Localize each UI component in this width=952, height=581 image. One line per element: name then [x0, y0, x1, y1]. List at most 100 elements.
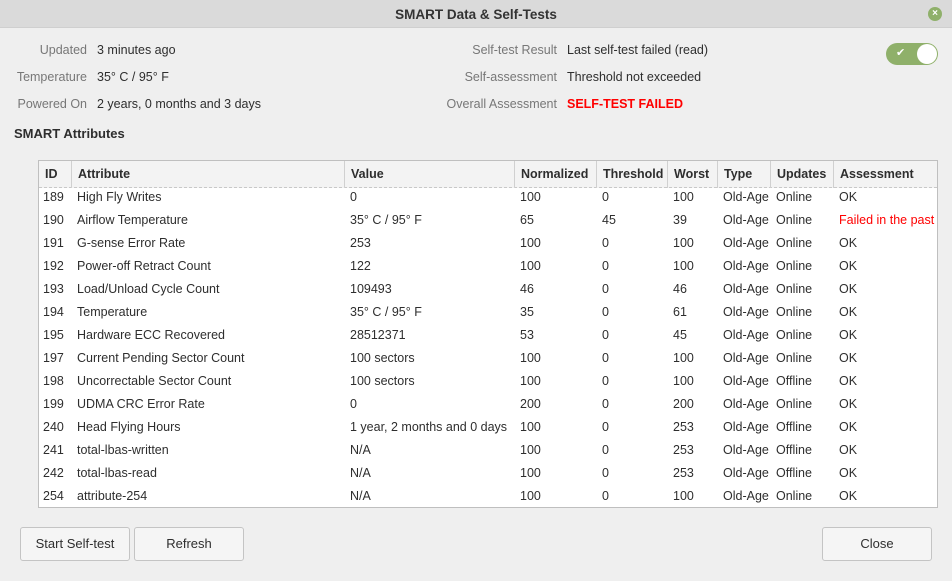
table-row[interactable]: 241 total-lbas-written N/A 100 0 253 Old-Age Of…	[39, 439, 937, 462]
cell-type: Old-Age	[723, 213, 769, 227]
cell-normalized: 65	[520, 213, 534, 227]
smart-enable-toggle[interactable]: ✔	[886, 43, 938, 65]
column-header-value[interactable]: Value	[345, 161, 515, 188]
column-header-normalized[interactable]: Normalized	[515, 161, 597, 188]
table-row[interactable]: 198 Uncorrectable Sector Count 100 sectors…	[39, 370, 937, 393]
cell-worst: 46	[673, 282, 687, 296]
powered-on-value: 2 years, 0 months and 3 days	[97, 97, 261, 111]
column-header-worst[interactable]: Worst	[668, 161, 718, 188]
cell-worst: 100	[673, 351, 694, 365]
table-row[interactable]: 240 Head Flying Hours 1 year, 2 months and…	[39, 416, 937, 439]
cell-assessment: OK	[839, 190, 858, 204]
cell-updates: Online	[776, 236, 813, 250]
column-header-type[interactable]: Type	[718, 161, 771, 188]
cell-attribute: total-lbas-written	[77, 443, 169, 457]
cell-assessment: OK	[839, 489, 858, 503]
refresh-button[interactable]: Refresh	[134, 527, 244, 561]
cell-assessment: OK	[839, 374, 858, 388]
cell-updates: Online	[776, 351, 813, 365]
cell-worst: 253	[673, 420, 694, 434]
cell-attribute: G-sense Error Rate	[77, 236, 186, 250]
cell-assessment: OK	[839, 420, 858, 434]
cell-updates: Online	[776, 489, 813, 503]
cell-id: 190	[43, 213, 64, 227]
cell-worst: 61	[673, 305, 687, 319]
cell-attribute: Load/Unload Cycle Count	[77, 282, 220, 296]
cell-id: 193	[43, 282, 64, 296]
cell-updates: Online	[776, 213, 813, 227]
cell-value: N/A	[350, 489, 371, 503]
cell-normalized: 100	[520, 351, 541, 365]
close-icon[interactable]: ×	[928, 7, 942, 21]
temperature-value: 35° C / 95° F	[97, 70, 169, 84]
cell-attribute: Hardware ECC Recovered	[77, 328, 225, 342]
cell-id: 191	[43, 236, 64, 250]
toggle-knob	[917, 44, 937, 64]
cell-normalized: 100	[520, 190, 541, 204]
close-button[interactable]: Close	[822, 527, 932, 561]
table-row[interactable]: 195 Hardware ECC Recovered 28512371 53 0 45 Ol…	[39, 324, 937, 347]
cell-id: 195	[43, 328, 64, 342]
cell-type: Old-Age	[723, 236, 769, 250]
table-row[interactable]: 189 High Fly Writes 0 100 0 100 Old-Age Online O…	[39, 186, 937, 209]
start-self-test-button[interactable]: Start Self-test	[20, 527, 130, 561]
cell-threshold: 0	[602, 397, 609, 411]
self-assessment-label: Self-assessment	[464, 70, 557, 84]
cell-value: N/A	[350, 466, 371, 480]
cell-normalized: 100	[520, 466, 541, 480]
cell-attribute: attribute-254	[77, 489, 148, 503]
cell-assessment: OK	[839, 397, 858, 411]
updated-label: Updated	[39, 43, 87, 57]
cell-value: 1 year, 2 months and 0 days	[350, 420, 508, 434]
cell-id: 189	[43, 190, 64, 204]
column-header-updates[interactable]: Updates	[771, 161, 834, 188]
overall-assessment-value: SELF-TEST FAILED	[567, 97, 683, 111]
cell-attribute: Head Flying Hours	[77, 420, 181, 434]
cell-threshold: 0	[602, 305, 609, 319]
cell-worst: 100	[673, 190, 694, 204]
cell-id: 194	[43, 305, 64, 319]
cell-id: 197	[43, 351, 64, 365]
cell-worst: 100	[673, 236, 694, 250]
cell-normalized: 100	[520, 259, 541, 273]
cell-type: Old-Age	[723, 397, 769, 411]
table-row[interactable]: 193 Load/Unload Cycle Count 109493 46 0 46 Old…	[39, 278, 937, 301]
cell-value: 35° C / 95° F	[350, 305, 422, 319]
cell-type: Old-Age	[723, 351, 769, 365]
cell-worst: 253	[673, 443, 694, 457]
cell-threshold: 0	[602, 259, 609, 273]
cell-attribute: Temperature	[77, 305, 148, 319]
table-row[interactable]: 199 UDMA CRC Error Rate 0 200 0 200 Old-Age Onl…	[39, 393, 937, 416]
cell-threshold: 0	[602, 443, 609, 457]
table-row[interactable]: 191 G-sense Error Rate 253 100 0 100 Old-Age On…	[39, 232, 937, 255]
cell-id: 199	[43, 397, 64, 411]
cell-worst: 39	[673, 213, 687, 227]
column-header-threshold[interactable]: Threshold	[597, 161, 668, 188]
table-row[interactable]: 254 attribute-254 N/A 100 0 100 Old-Age Online O…	[39, 485, 937, 508]
title-bar: SMART Data & Self-Tests ×	[0, 0, 952, 28]
cell-attribute: Power-off Retract Count	[77, 259, 211, 273]
table-row[interactable]: 192 Power-off Retract Count 122 100 0 100 Old-…	[39, 255, 937, 278]
cell-id: 198	[43, 374, 64, 388]
cell-assessment: OK	[839, 282, 858, 296]
cell-normalized: 200	[520, 397, 541, 411]
cell-worst: 100	[673, 374, 694, 388]
cell-normalized: 100	[520, 236, 541, 250]
table-row[interactable]: 194 Temperature 35° C / 95° F 35 0 61 Old-Age O…	[39, 301, 937, 324]
cell-threshold: 0	[602, 489, 609, 503]
cell-updates: Online	[776, 305, 813, 319]
table-row[interactable]: 242 total-lbas-read N/A 100 0 253 Old-Age Offli…	[39, 462, 937, 485]
smart-attributes-table: ID Attribute Value Normalized Threshold Worst…	[38, 160, 938, 508]
table-row[interactable]: 190 Airflow Temperature 35° C / 95° F 65 45 3…	[39, 209, 937, 232]
cell-normalized: 100	[520, 443, 541, 457]
overall-assessment-label: Overall Assessment	[446, 97, 557, 111]
column-header-assessment[interactable]: Assessment	[834, 161, 937, 188]
table-row[interactable]: 197 Current Pending Sector Count 100 secto…	[39, 347, 937, 370]
cell-attribute: Current Pending Sector Count	[77, 351, 245, 365]
column-header-attribute[interactable]: Attribute	[72, 161, 345, 188]
self-test-result-value: Last self-test failed (read)	[567, 43, 709, 57]
cell-worst: 45	[673, 328, 687, 342]
column-header-id[interactable]: ID	[39, 161, 72, 188]
cell-threshold: 0	[602, 420, 609, 434]
cell-type: Old-Age	[723, 443, 769, 457]
